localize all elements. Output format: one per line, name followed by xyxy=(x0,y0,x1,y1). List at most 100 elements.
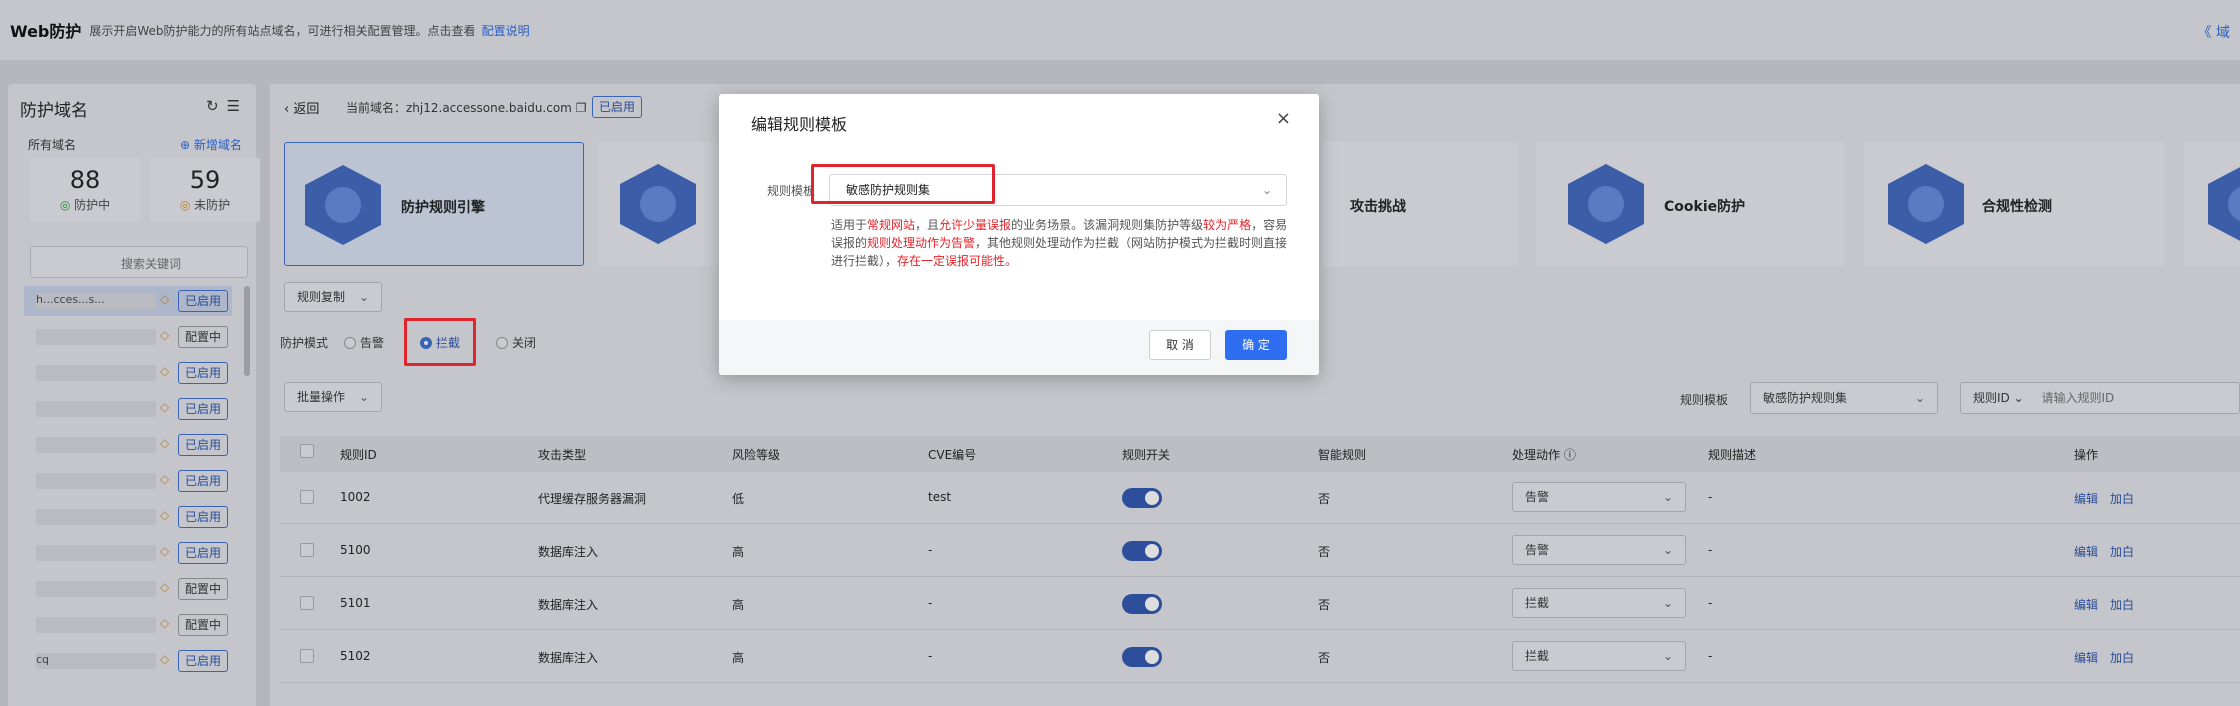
template-description: 适用于常规网站，且允许少量误报的业务场景。该漏洞规则集防护等级较为严格，容易误报… xyxy=(831,218,1288,268)
row-checkbox[interactable] xyxy=(300,596,314,610)
whitelist-link[interactable]: 加白 xyxy=(2110,543,2134,560)
attack-type: 代理缓存服务器漏洞 xyxy=(538,492,647,506)
batch-operation-dropdown[interactable]: 批量操作 ⌄ xyxy=(284,382,382,412)
stat-unprotected[interactable]: 59 ◎ 未防护 xyxy=(150,158,260,222)
select-all-checkbox[interactable] xyxy=(300,444,314,458)
batch-label: 批量操作 xyxy=(297,390,346,404)
domain-status-badge: 配置中 xyxy=(178,578,229,600)
rule-description: - xyxy=(1708,490,1713,504)
config-guide-link[interactable]: 配置说明 xyxy=(482,22,530,39)
mode-off-radio[interactable]: 关闭 xyxy=(496,334,536,351)
column-header: 操作 xyxy=(2074,448,2099,462)
stat-label: 未防护 xyxy=(194,198,231,212)
action-select[interactable]: 拦截 ⌄ xyxy=(1512,588,1686,618)
template-label: 规则模板 xyxy=(767,184,816,198)
domain-list-item[interactable]: ◇ 配置中 xyxy=(24,610,232,640)
card-compliance[interactable]: 合规性检测 xyxy=(1864,142,2164,266)
domain-list-item[interactable]: h...cces...s... ◇ 已启用 xyxy=(24,286,232,316)
back-button[interactable]: ‹ 返回 xyxy=(284,98,319,117)
shield-icon: ◇ xyxy=(160,436,170,450)
card-more[interactable] xyxy=(2184,142,2240,266)
card-label: 攻击挑战 xyxy=(1350,199,1406,215)
list-icon[interactable]: ☰ xyxy=(227,97,248,115)
confirm-button[interactable]: 确 定 xyxy=(1225,330,1287,360)
rule-toggle[interactable] xyxy=(1122,488,1162,508)
smart-rule: 否 xyxy=(1318,651,1331,665)
column-header: 智能规则 xyxy=(1318,448,1367,462)
rule-id-filter[interactable]: 规则ID ⌄ 请输入规则ID xyxy=(1960,382,2240,414)
domain-list-item[interactable]: ◇ 已启用 xyxy=(24,394,232,424)
smart-rule: 否 xyxy=(1318,492,1331,506)
card-attack-challenge[interactable]: 攻击挑战 xyxy=(1322,142,1518,266)
card-label: Cookie防护 xyxy=(1664,199,1746,215)
column-header: 规则开关 xyxy=(1122,448,1171,462)
domain-name xyxy=(36,617,156,633)
collapse-link[interactable]: 《 域 xyxy=(2198,22,2230,42)
rule-id: 5101 xyxy=(340,596,371,610)
domain-status-badge: 已启用 xyxy=(592,96,643,118)
column-header: 规则描述 xyxy=(1708,448,1757,462)
rule-id: 5100 xyxy=(340,543,371,557)
row-checkbox[interactable] xyxy=(300,490,314,504)
template-filter-label: 规则模板 xyxy=(1680,393,1729,407)
domain-list-item[interactable]: ◇ 已启用 xyxy=(24,358,232,388)
whitelist-link[interactable]: 加白 xyxy=(2110,490,2134,507)
shield-icon: ◇ xyxy=(160,400,170,414)
domain-status-badge: 已启用 xyxy=(178,362,229,384)
rule-id-input[interactable]: 请输入规则ID xyxy=(2041,391,2114,405)
rule-copy-dropdown[interactable]: 规则复制 ⌄ xyxy=(284,282,382,312)
chevron-down-icon: ⌄ xyxy=(1914,391,1925,405)
domain-status-badge: 已启用 xyxy=(178,506,229,528)
card-cookie[interactable]: Cookie防护 xyxy=(1536,142,1844,266)
edit-link[interactable]: 编辑 xyxy=(2074,543,2098,560)
mode-alert-radio[interactable]: 告警 xyxy=(344,334,384,351)
domain-list-item[interactable]: ◇ 已启用 xyxy=(24,502,232,532)
rule-toggle[interactable] xyxy=(1122,647,1162,667)
action-value: 拦截 xyxy=(1525,596,1550,610)
page-description: 展示开启Web防护能力的所有站点域名，可进行相关配置管理。点击查看 xyxy=(89,23,476,38)
card-rule-engine[interactable]: 防护规则引擎 xyxy=(284,142,584,266)
domain-list-item[interactable]: ◇ 已启用 xyxy=(24,430,232,460)
refresh-icon[interactable]: ↻ xyxy=(206,97,227,115)
action-select[interactable]: 告警 ⌄ xyxy=(1512,535,1686,565)
row-checkbox[interactable] xyxy=(300,543,314,557)
domain-status-badge: 已启用 xyxy=(178,434,229,456)
shield-icon: ◇ xyxy=(160,652,170,666)
domain-list-item[interactable]: ◇ 配置中 xyxy=(24,574,232,604)
rule-toggle[interactable] xyxy=(1122,541,1162,561)
whitelist-link[interactable]: 加白 xyxy=(2110,649,2134,666)
sidebar-scrollbar[interactable] xyxy=(244,286,250,376)
cve-id: test xyxy=(928,490,952,504)
radio-label: 关闭 xyxy=(512,336,537,350)
domain-list-item[interactable]: ◇ 已启用 xyxy=(24,466,232,496)
rule-copy-label: 规则复制 xyxy=(297,290,346,304)
whitelist-link[interactable]: 加白 xyxy=(2110,596,2134,613)
rule-toggle[interactable] xyxy=(1122,594,1162,614)
shield-icon: ◇ xyxy=(160,508,170,522)
attack-type: 数据库注入 xyxy=(538,598,599,612)
radio-label: 告警 xyxy=(360,336,385,350)
add-domain-button[interactable]: ⊕ 新增域名 xyxy=(180,136,242,153)
edit-link[interactable]: 编辑 xyxy=(2074,490,2098,507)
chevron-down-icon: ⌄ xyxy=(1662,649,1673,663)
stat-protected[interactable]: 88 ◎ 防护中 xyxy=(30,158,140,222)
domain-name xyxy=(36,329,156,345)
edit-link[interactable]: 编辑 xyxy=(2074,596,2098,613)
domain-status-badge: 已启用 xyxy=(178,290,229,312)
chevron-down-icon: ⌄ xyxy=(1662,596,1673,610)
edit-link[interactable]: 编辑 xyxy=(2074,649,2098,666)
cancel-button[interactable]: 取 消 xyxy=(1149,330,1211,360)
domain-list-item[interactable]: cq ◇ 已启用 xyxy=(24,646,232,676)
row-checkbox[interactable] xyxy=(300,649,314,663)
card-label: 合规性检测 xyxy=(1982,199,2052,215)
domain-search-input[interactable]: 搜索关键词 xyxy=(30,246,248,278)
card-info[interactable] xyxy=(598,142,718,266)
template-filter-select[interactable]: 敏感防护规则集 ⌄ xyxy=(1750,382,1938,414)
shield-icon: ◇ xyxy=(160,472,170,486)
action-select[interactable]: 告警 ⌄ xyxy=(1512,482,1686,512)
domain-list-item[interactable]: ◇ 已启用 xyxy=(24,538,232,568)
action-select[interactable]: 拦截 ⌄ xyxy=(1512,641,1686,671)
risk-level: 高 xyxy=(732,598,745,612)
domain-list-item[interactable]: ◇ 配置中 xyxy=(24,322,232,352)
close-icon[interactable]: × xyxy=(1276,108,1291,129)
